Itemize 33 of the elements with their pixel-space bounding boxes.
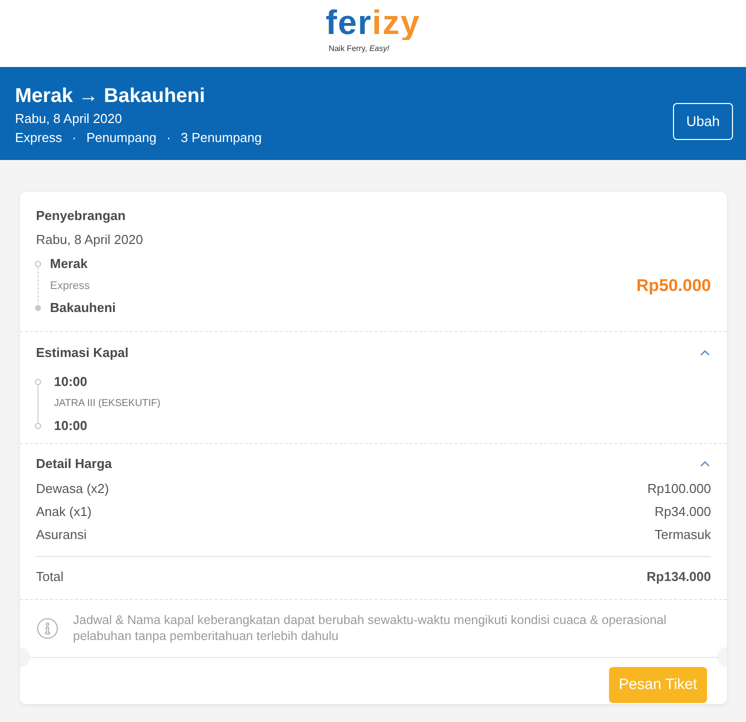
ticket-price: Rp50.000 (636, 275, 711, 297)
section-heading: Detail Harga (36, 455, 112, 473)
logo-wordmark: ferizy (326, 6, 420, 40)
arrival-time: 10:00 (54, 417, 88, 435)
section-heading: Penyebrangan (36, 207, 127, 225)
destination-port: Bakauheni (50, 299, 116, 317)
logo-tagline: Naik Ferry, Easy! (328, 44, 390, 54)
separator-dot: · (72, 129, 76, 147)
trip-date: Rabu, 8 April 2020 (15, 110, 123, 128)
fare-amount: Rp100.000 (647, 480, 711, 498)
schedule-notice: Jadwal & Nama kapal keberangkatan dapat berubah sewaktu-waktu mengikuti kondisi cuaca & operasional pelabuhan tanpa pemberitahuan terlebih dahulu (73, 612, 668, 644)
service-class: Express (50, 279, 91, 294)
trip-detail: Penumpang (86, 129, 156, 147)
trip-detail: Express (15, 129, 62, 147)
departure-time: 10:00 (54, 373, 88, 391)
info-icon (37, 618, 58, 638)
total-label: Total (36, 568, 64, 586)
trip-detail: 3 Penumpang (180, 129, 262, 147)
chevron-up-icon[interactable] (700, 350, 710, 356)
section-heading: Estimasi Kapal (36, 344, 128, 362)
fare-label: Dewasa (x2) (36, 480, 109, 498)
crossing-date: Rabu, 8 April 2020 (36, 231, 144, 249)
separator-dot: · (166, 129, 171, 147)
ship-name: JATRA III (EKSEKUTIF) (54, 397, 160, 411)
fare-amount: Rp34.000 (654, 502, 711, 521)
fare-label: Anak (x1) (36, 502, 92, 521)
fare-amount: Termasuk (654, 526, 711, 544)
route-title: Merak → Bakauheni (15, 84, 206, 109)
total-price: Rp134.000 (646, 568, 711, 586)
change-button[interactable]: Ubah (673, 103, 733, 140)
fare-label: Asuransi (36, 526, 87, 544)
origin-port: Merak (50, 255, 89, 273)
chevron-up-icon[interactable] (700, 461, 710, 467)
